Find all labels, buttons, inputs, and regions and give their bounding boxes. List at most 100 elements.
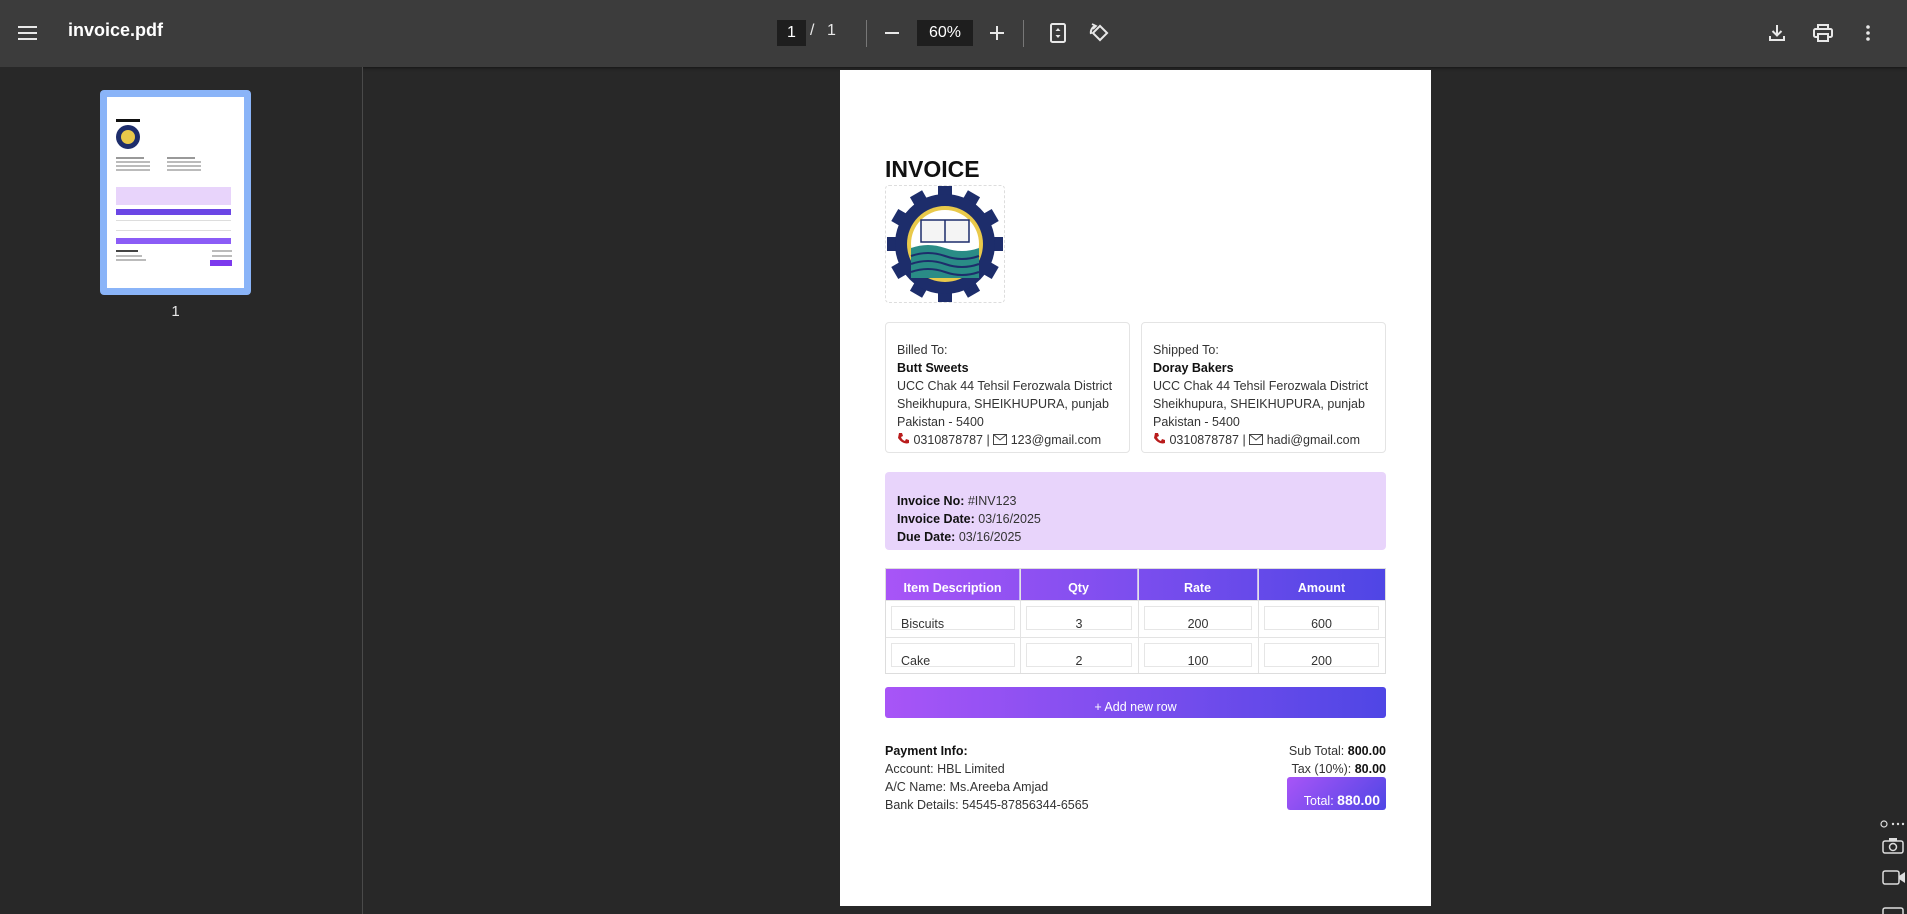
qty-input[interactable]: 2: [1026, 643, 1132, 667]
total-label: Total:: [1303, 794, 1334, 808]
billed-to-address-line: UCC Chak 44 Tehsil Ferozwala District: [897, 379, 1113, 393]
invoice-date: 03/16/2025: [978, 512, 1041, 526]
print-button[interactable]: [1805, 15, 1841, 51]
invoice-number-label: Invoice No:: [897, 494, 965, 508]
invoice-number: #INV123: [967, 494, 1017, 508]
add-new-row-button[interactable]: + Add new row: [885, 687, 1386, 718]
totals-summary: Sub Total: 800.00 Tax (10%): 80.00: [1289, 742, 1386, 778]
zoom-input[interactable]: 60%: [917, 20, 973, 46]
column-header-qty: Qty: [1020, 569, 1138, 600]
more-options-icon[interactable]: [1850, 15, 1886, 51]
shipped-to-email: hadi@gmail.com: [1266, 433, 1360, 447]
shipped-to-name: Doray Bakers: [1153, 361, 1234, 375]
page-number-input[interactable]: 1: [777, 20, 806, 46]
extension-more-icon[interactable]: [1880, 816, 1906, 834]
contact-separator: |: [1242, 433, 1246, 447]
document-title: invoice.pdf: [68, 20, 164, 40]
table-row: Biscuits 3 200 600: [886, 600, 1385, 637]
invoice-number-line: Invoice No: #INV123: [897, 492, 1374, 510]
thumbnail-page-number: 1: [171, 303, 180, 320]
payment-account: Account: HBL Limited: [885, 762, 1005, 776]
download-button[interactable]: [1759, 15, 1795, 51]
download-icon: [1769, 25, 1785, 41]
pdf-page: INVOICE Billed To: Butt Sweets UCC Chak …: [840, 70, 1431, 906]
billed-to-card: Billed To: Butt Sweets UCC Chak 44 Tehsi…: [885, 322, 1130, 453]
shipped-to-label: Shipped To:: [1153, 343, 1219, 357]
items-table: Item Description Qty Rate Amount Biscuit…: [885, 568, 1386, 674]
email-icon: [993, 432, 1008, 450]
grand-total-badge: Total: 880.00: [1287, 777, 1386, 810]
company-logo[interactable]: [885, 185, 1005, 303]
rotate-button[interactable]: [1080, 15, 1116, 51]
billed-to-address-line: Pakistan - 5400: [897, 415, 984, 429]
video-icon[interactable]: [1882, 870, 1906, 890]
rotate-icon: [1089, 23, 1109, 42]
subtotal-label: Sub Total:: [1288, 744, 1345, 758]
invoice-date-line: Invoice Date: 03/16/2025: [897, 510, 1374, 528]
page-thumbnail[interactable]: [100, 90, 251, 295]
column-header-amount: Amount: [1297, 581, 1346, 595]
item-description-input[interactable]: Cake: [891, 643, 1015, 667]
tax-value: 80.00: [1354, 762, 1386, 776]
print-icon: [1813, 24, 1833, 42]
shipped-to-contact: 0310878787 | hadi@gmail.com: [1153, 431, 1374, 450]
page-separator: /: [810, 22, 815, 39]
rate-input[interactable]: 100: [1144, 643, 1252, 667]
due-date-line: Due Date: 03/16/2025: [897, 528, 1374, 546]
subtotal-value: 800.00: [1347, 744, 1386, 758]
pdf-toolbar: invoice.pdf 1 / 1 60%: [0, 0, 1907, 67]
thumbnail-sidebar: 1: [0, 67, 363, 914]
shipped-to-card: Shipped To: Doray Bakers UCC Chak 44 Teh…: [1141, 322, 1386, 453]
billed-to-name: Butt Sweets: [897, 361, 969, 375]
invoice-heading: INVOICE: [885, 156, 980, 182]
camera-icon[interactable]: [1882, 837, 1904, 859]
shipped-to-address-line: UCC Chak 44 Tehsil Ferozwala District: [1153, 379, 1369, 393]
toolbar-divider: [1023, 20, 1024, 47]
billed-to-address-line: Sheikhupura, SHEIKHUPURA, punjab: [897, 397, 1109, 411]
shipped-to-phone: 0310878787: [1169, 433, 1240, 447]
due-date-label: Due Date:: [897, 530, 956, 544]
payment-info: Payment Info: Account: HBL Limited A/C N…: [885, 742, 1089, 814]
plus-icon: [990, 26, 1004, 40]
tax-line: Tax (10%): 80.00: [1289, 760, 1386, 778]
page-total: 1: [827, 22, 836, 39]
thumbnail-preview: [107, 97, 244, 288]
fit-page-icon: [1050, 23, 1066, 43]
invoice-date-label: Invoice Date:: [897, 512, 975, 526]
payment-bank-details: Bank Details: 54545-87856344-6565: [885, 798, 1089, 812]
phone-icon: [897, 432, 910, 450]
university-seal-icon: [887, 186, 1003, 302]
billed-to-phone: 0310878787: [913, 433, 984, 447]
rate-input[interactable]: 200: [1144, 606, 1252, 630]
table-row: Cake 2 100 200: [886, 637, 1385, 674]
fit-page-button[interactable]: [1040, 15, 1076, 51]
zoom-in-button[interactable]: [979, 15, 1015, 51]
shipped-to-address-line: Pakistan - 5400: [1153, 415, 1240, 429]
column-header-item-description: Item Description: [886, 569, 1020, 600]
minus-icon: [885, 32, 899, 34]
panel-icon[interactable]: [1882, 904, 1904, 914]
billed-to-email: 123@gmail.com: [1010, 433, 1102, 447]
amount-input[interactable]: 600: [1264, 606, 1379, 630]
amount-input[interactable]: 200: [1264, 643, 1379, 667]
billed-to-contact: 0310878787 | 123@gmail.com: [897, 431, 1118, 450]
payment-info-label: Payment Info:: [885, 744, 968, 758]
subtotal-line: Sub Total: 800.00: [1289, 742, 1386, 760]
total-value: 880.00: [1337, 792, 1380, 808]
phone-icon: [1153, 432, 1166, 450]
contact-separator: |: [986, 433, 990, 447]
shipped-to-address-line: Sheikhupura, SHEIKHUPURA, punjab: [1153, 397, 1365, 411]
toolbar-divider: [866, 20, 867, 47]
zoom-out-button[interactable]: [874, 15, 910, 51]
payment-account-name: A/C Name: Ms.Areeba Amjad: [885, 780, 1049, 794]
qty-input[interactable]: 3: [1026, 606, 1132, 630]
due-date: 03/16/2025: [958, 530, 1022, 544]
item-description-input[interactable]: Biscuits: [891, 606, 1015, 630]
invoice-meta-box: Invoice No: #INV123 Invoice Date: 03/16/…: [885, 472, 1386, 550]
tax-label: Tax (10%):: [1291, 762, 1352, 776]
menu-icon[interactable]: [10, 15, 46, 51]
column-header-rate: Rate: [1138, 569, 1258, 600]
billed-to-label: Billed To:: [897, 343, 948, 357]
email-icon: [1249, 432, 1264, 450]
table-header: Item Description Qty Rate Amount: [886, 569, 1385, 600]
